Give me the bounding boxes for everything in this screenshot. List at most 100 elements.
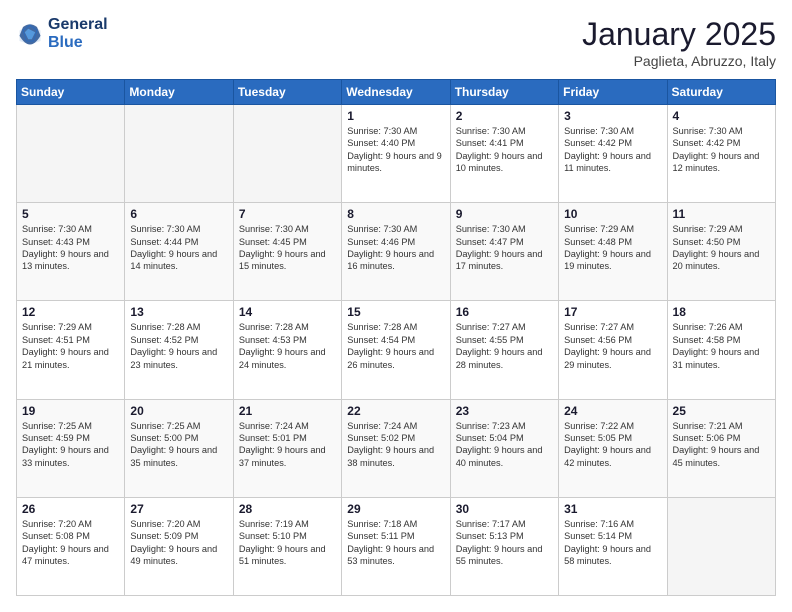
day-number: 4: [673, 109, 770, 123]
cell-3-6: 17 Sunrise: 7:27 AM Sunset: 4:56 PM Dayli…: [559, 301, 667, 399]
day-number: 15: [347, 305, 444, 319]
day-number: 29: [347, 502, 444, 516]
cell-2-5: 9Sunrise: 7:30 AM Sunset: 4:47 PM Daylig…: [450, 203, 558, 301]
cell-2-3: 7 Sunrise: 7:30 AM Sunset: 4:45 PM Daylig…: [233, 203, 341, 301]
day-number: 23: [456, 404, 553, 418]
cell-3-2: 13 Sunrise: 7:28 AM Sunset: 4:52 PM Dayli…: [125, 301, 233, 399]
cell-3-4: 15 Sunrise: 7:28 AM Sunset: 4:54 PM Dayli…: [342, 301, 450, 399]
logo-line1: General: [48, 16, 108, 34]
cell-3-1: 12Sunrise: 7:29 AM Sunset: 4:51 PM Dayli…: [17, 301, 125, 399]
cell-content: Sunrise: 7:30 AM Sunset: 4:44 PM Dayligh…: [130, 223, 227, 273]
cell-4-4: 22 Sunrise: 7:24 AM Sunset: 5:02 PM Dayli…: [342, 399, 450, 497]
cell-content: Sunrise: 7:30 AM Sunset: 4:41 PM Dayligh…: [456, 125, 553, 175]
cell-content: Sunrise: 7:29 AM Sunset: 4:51 PM Dayligh…: [22, 321, 119, 371]
cell-content: Sunrise: 7:24 AM Sunset: 5:01 PM Dayligh…: [239, 420, 336, 470]
cell-1-5: 2 Sunrise: 7:30 AM Sunset: 4:41 PM Daylig…: [450, 105, 558, 203]
logo: General Blue: [16, 16, 108, 51]
cell-3-5: 16 Sunrise: 7:27 AM Sunset: 4:55 PM Dayli…: [450, 301, 558, 399]
cell-2-7: 11Sunrise: 7:29 AM Sunset: 4:50 PM Dayli…: [667, 203, 775, 301]
day-number: 22: [347, 404, 444, 418]
day-number: 13: [130, 305, 227, 319]
week-row-2: 5Sunrise: 7:30 AM Sunset: 4:43 PM Daylig…: [17, 203, 776, 301]
day-number: 1: [347, 109, 444, 123]
cell-content: Sunrise: 7:30 AM Sunset: 4:45 PM Dayligh…: [239, 223, 336, 273]
day-number: 2: [456, 109, 553, 123]
cell-content: Sunrise: 7:29 AM Sunset: 4:48 PM Dayligh…: [564, 223, 661, 273]
day-number: 19: [22, 404, 119, 418]
cell-5-3: 28Sunrise: 7:19 AM Sunset: 5:10 PM Dayli…: [233, 497, 341, 595]
day-number: 21: [239, 404, 336, 418]
cell-content: Sunrise: 7:27 AM Sunset: 4:55 PM Dayligh…: [456, 321, 553, 371]
day-number: 17: [564, 305, 661, 319]
day-number: 18: [673, 305, 770, 319]
cell-content: Sunrise: 7:30 AM Sunset: 4:42 PM Dayligh…: [673, 125, 770, 175]
cell-content: Sunrise: 7:17 AM Sunset: 5:13 PM Dayligh…: [456, 518, 553, 568]
cell-content: Sunrise: 7:22 AM Sunset: 5:05 PM Dayligh…: [564, 420, 661, 470]
cell-4-5: 23 Sunrise: 7:23 AM Sunset: 5:04 PM Dayli…: [450, 399, 558, 497]
col-tuesday: Tuesday: [233, 80, 341, 105]
day-number: 7: [239, 207, 336, 221]
cell-3-3: 14Sunrise: 7:28 AM Sunset: 4:53 PM Dayli…: [233, 301, 341, 399]
cell-4-7: 25 Sunrise: 7:21 AM Sunset: 5:06 PM Dayli…: [667, 399, 775, 497]
day-number: 20: [130, 404, 227, 418]
cell-5-1: 26Sunrise: 7:20 AM Sunset: 5:08 PM Dayli…: [17, 497, 125, 595]
cell-content: Sunrise: 7:25 AM Sunset: 4:59 PM Dayligh…: [22, 420, 119, 470]
day-number: 5: [22, 207, 119, 221]
day-number: 10: [564, 207, 661, 221]
week-row-3: 12Sunrise: 7:29 AM Sunset: 4:51 PM Dayli…: [17, 301, 776, 399]
col-thursday: Thursday: [450, 80, 558, 105]
day-number: 24: [564, 404, 661, 418]
cell-4-2: 20 Sunrise: 7:25 AM Sunset: 5:00 PM Dayli…: [125, 399, 233, 497]
cell-content: Sunrise: 7:28 AM Sunset: 4:52 PM Dayligh…: [130, 321, 227, 371]
day-number: 16: [456, 305, 553, 319]
day-number: 30: [456, 502, 553, 516]
cell-4-1: 19 Sunrise: 7:25 AM Sunset: 4:59 PM Dayli…: [17, 399, 125, 497]
cell-2-1: 5Sunrise: 7:30 AM Sunset: 4:43 PM Daylig…: [17, 203, 125, 301]
logo-icon: [16, 20, 44, 48]
cell-2-6: 10 Sunrise: 7:29 AM Sunset: 4:48 PM Dayli…: [559, 203, 667, 301]
cell-5-2: 27 Sunrise: 7:20 AM Sunset: 5:09 PM Dayli…: [125, 497, 233, 595]
day-number: 9: [456, 207, 553, 221]
cell-content: Sunrise: 7:20 AM Sunset: 5:09 PM Dayligh…: [130, 518, 227, 568]
cell-1-2: [125, 105, 233, 203]
cell-content: Sunrise: 7:30 AM Sunset: 4:46 PM Dayligh…: [347, 223, 444, 273]
col-monday: Monday: [125, 80, 233, 105]
cell-1-6: 3Sunrise: 7:30 AM Sunset: 4:42 PM Daylig…: [559, 105, 667, 203]
col-wednesday: Wednesday: [342, 80, 450, 105]
cell-content: Sunrise: 7:25 AM Sunset: 5:00 PM Dayligh…: [130, 420, 227, 470]
cell-5-4: 29 Sunrise: 7:18 AM Sunset: 5:11 PM Dayli…: [342, 497, 450, 595]
col-saturday: Saturday: [667, 80, 775, 105]
cell-content: Sunrise: 7:26 AM Sunset: 4:58 PM Dayligh…: [673, 321, 770, 371]
cell-content: Sunrise: 7:21 AM Sunset: 5:06 PM Dayligh…: [673, 420, 770, 470]
cell-1-3: [233, 105, 341, 203]
day-number: 11: [673, 207, 770, 221]
location: Paglieta, Abruzzo, Italy: [582, 53, 776, 69]
col-friday: Friday: [559, 80, 667, 105]
week-row-4: 19 Sunrise: 7:25 AM Sunset: 4:59 PM Dayli…: [17, 399, 776, 497]
day-number: 26: [22, 502, 119, 516]
cell-content: Sunrise: 7:27 AM Sunset: 4:56 PM Dayligh…: [564, 321, 661, 371]
cell-1-4: 1Sunrise: 7:30 AM Sunset: 4:40 PM Daylig…: [342, 105, 450, 203]
cell-5-6: 31 Sunrise: 7:16 AM Sunset: 5:14 PM Dayli…: [559, 497, 667, 595]
cell-2-2: 6Sunrise: 7:30 AM Sunset: 4:44 PM Daylig…: [125, 203, 233, 301]
day-number: 8: [347, 207, 444, 221]
cell-1-7: 4 Sunrise: 7:30 AM Sunset: 4:42 PM Daylig…: [667, 105, 775, 203]
day-number: 27: [130, 502, 227, 516]
page: General Blue January 2025 Paglieta, Abru…: [0, 0, 792, 612]
day-number: 14: [239, 305, 336, 319]
cell-5-5: 30 Sunrise: 7:17 AM Sunset: 5:13 PM Dayli…: [450, 497, 558, 595]
cell-content: Sunrise: 7:28 AM Sunset: 4:54 PM Dayligh…: [347, 321, 444, 371]
cell-content: Sunrise: 7:24 AM Sunset: 5:02 PM Dayligh…: [347, 420, 444, 470]
week-row-1: 1Sunrise: 7:30 AM Sunset: 4:40 PM Daylig…: [17, 105, 776, 203]
cell-content: Sunrise: 7:23 AM Sunset: 5:04 PM Dayligh…: [456, 420, 553, 470]
day-number: 31: [564, 502, 661, 516]
month-title: January 2025: [582, 16, 776, 53]
cell-content: Sunrise: 7:16 AM Sunset: 5:14 PM Dayligh…: [564, 518, 661, 568]
week-row-5: 26Sunrise: 7:20 AM Sunset: 5:08 PM Dayli…: [17, 497, 776, 595]
cell-content: Sunrise: 7:18 AM Sunset: 5:11 PM Dayligh…: [347, 518, 444, 568]
cell-3-7: 18 Sunrise: 7:26 AM Sunset: 4:58 PM Dayli…: [667, 301, 775, 399]
cell-4-6: 24 Sunrise: 7:22 AM Sunset: 5:05 PM Dayli…: [559, 399, 667, 497]
day-number: 25: [673, 404, 770, 418]
col-sunday: Sunday: [17, 80, 125, 105]
cell-5-7: [667, 497, 775, 595]
